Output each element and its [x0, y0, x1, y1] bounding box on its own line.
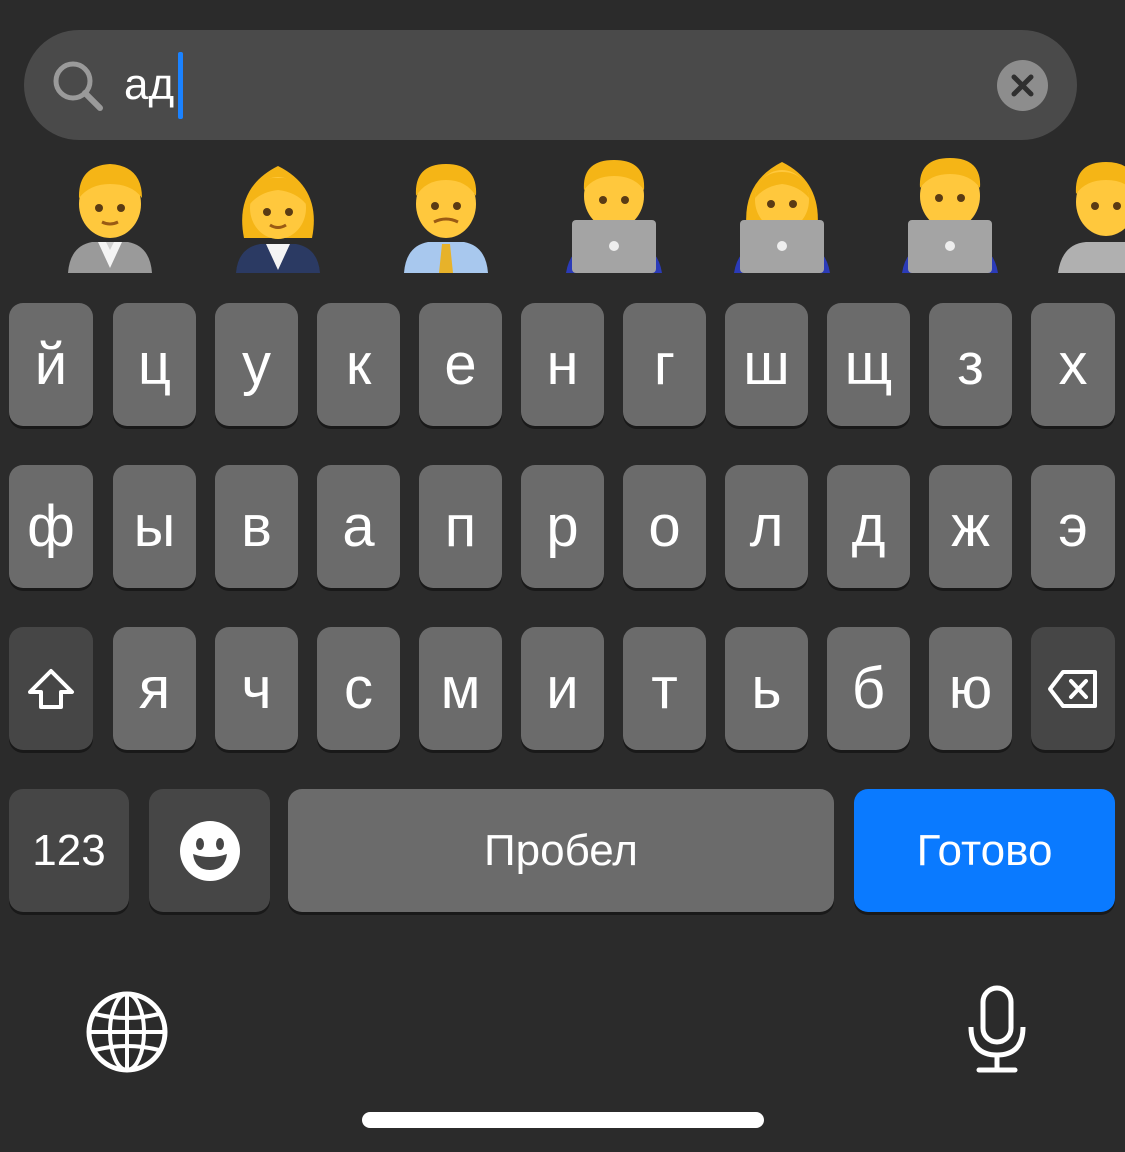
key-к[interactable]: к	[317, 303, 400, 426]
key-и[interactable]: и	[521, 627, 604, 750]
key-label: ж	[951, 493, 990, 559]
key-label: ц	[137, 331, 172, 397]
key-label: я	[138, 655, 171, 721]
key-label: а	[342, 493, 375, 559]
backspace-key[interactable]	[1031, 627, 1115, 750]
key-label: ю	[948, 655, 993, 721]
key-label: г	[653, 331, 676, 397]
space-key[interactable]: Пробел	[288, 789, 834, 912]
microphone-icon[interactable]	[965, 985, 1029, 1075]
woman-office-worker-emoji[interactable]	[230, 158, 326, 273]
key-ф[interactable]: ф	[9, 465, 93, 588]
key-label: н	[546, 331, 579, 397]
key-label: о	[648, 493, 681, 559]
woman-technologist-emoji[interactable]	[734, 158, 830, 273]
technologist-emoji[interactable]	[566, 158, 662, 273]
emoji-key[interactable]	[149, 789, 270, 912]
shift-icon	[28, 668, 74, 709]
key-label: р	[546, 493, 579, 559]
key-label: м	[440, 655, 481, 721]
key-п[interactable]: п	[419, 465, 502, 588]
key-ц[interactable]: ц	[113, 303, 196, 426]
key-label: д	[851, 493, 886, 559]
numbers-key[interactable]: 123	[9, 789, 129, 912]
key-label: л	[749, 493, 784, 559]
key-label: ф	[27, 493, 75, 559]
emoji-results-row	[0, 158, 1125, 273]
key-ь[interactable]: ь	[725, 627, 808, 750]
key-label: Пробел	[484, 825, 638, 875]
text-caret	[178, 52, 183, 119]
backspace-icon	[1048, 669, 1097, 708]
clear-search-button[interactable]	[997, 60, 1048, 111]
key-label: б	[851, 655, 886, 721]
key-й[interactable]: й	[9, 303, 93, 426]
key-в[interactable]: в	[215, 465, 298, 588]
key-ю[interactable]: ю	[929, 627, 1012, 750]
person-office-worker-emoji[interactable]	[62, 158, 158, 273]
key-label: ш	[743, 331, 790, 397]
key-г[interactable]: г	[623, 303, 706, 426]
search-icon	[53, 61, 103, 111]
key-label: т	[651, 655, 678, 721]
key-о[interactable]: о	[623, 465, 706, 588]
key-ч[interactable]: ч	[215, 627, 298, 750]
key-label: ы	[133, 493, 176, 559]
home-indicator[interactable]	[362, 1112, 764, 1128]
key-label: у	[242, 331, 271, 397]
key-label: Готово	[916, 825, 1053, 875]
key-щ[interactable]: щ	[827, 303, 910, 426]
man-technologist-emoji[interactable]	[902, 158, 998, 273]
key-label: в	[241, 493, 272, 559]
done-key[interactable]: Готово	[854, 789, 1115, 912]
key-label: з	[957, 331, 984, 397]
key-label: е	[444, 331, 477, 397]
key-а[interactable]: а	[317, 465, 400, 588]
key-х[interactable]: х	[1031, 303, 1115, 426]
key-у[interactable]: у	[215, 303, 298, 426]
key-с[interactable]: с	[317, 627, 400, 750]
man-office-worker-emoji[interactable]	[398, 158, 494, 273]
key-label: с	[344, 655, 373, 721]
key-label: э	[1058, 493, 1088, 559]
key-label: ь	[751, 655, 782, 721]
key-р[interactable]: р	[521, 465, 604, 588]
key-label: ч	[241, 655, 272, 721]
key-б[interactable]: б	[827, 627, 910, 750]
key-э[interactable]: э	[1031, 465, 1115, 588]
clear-icon	[1011, 74, 1034, 97]
key-м[interactable]: м	[419, 627, 502, 750]
person-emoji[interactable]	[1058, 158, 1125, 273]
key-label: к	[345, 331, 372, 397]
key-з[interactable]: з	[929, 303, 1012, 426]
key-label: 123	[32, 825, 106, 875]
key-я[interactable]: я	[113, 627, 196, 750]
key-т[interactable]: т	[623, 627, 706, 750]
key-ш[interactable]: ш	[725, 303, 808, 426]
key-е[interactable]: е	[419, 303, 502, 426]
key-label: и	[546, 655, 579, 721]
key-н[interactable]: н	[521, 303, 604, 426]
key-л[interactable]: л	[725, 465, 808, 588]
key-ж[interactable]: ж	[929, 465, 1012, 588]
key-label: щ	[844, 331, 893, 397]
emoji-icon	[179, 820, 240, 881]
globe-icon[interactable]	[85, 990, 169, 1074]
key-ы[interactable]: ы	[113, 465, 196, 588]
key-label: х	[1058, 331, 1088, 397]
key-label: й	[34, 331, 68, 397]
key-label: п	[444, 493, 477, 559]
search-input[interactable]: ад	[124, 52, 174, 118]
shift-key[interactable]	[9, 627, 93, 750]
key-д[interactable]: д	[827, 465, 910, 588]
